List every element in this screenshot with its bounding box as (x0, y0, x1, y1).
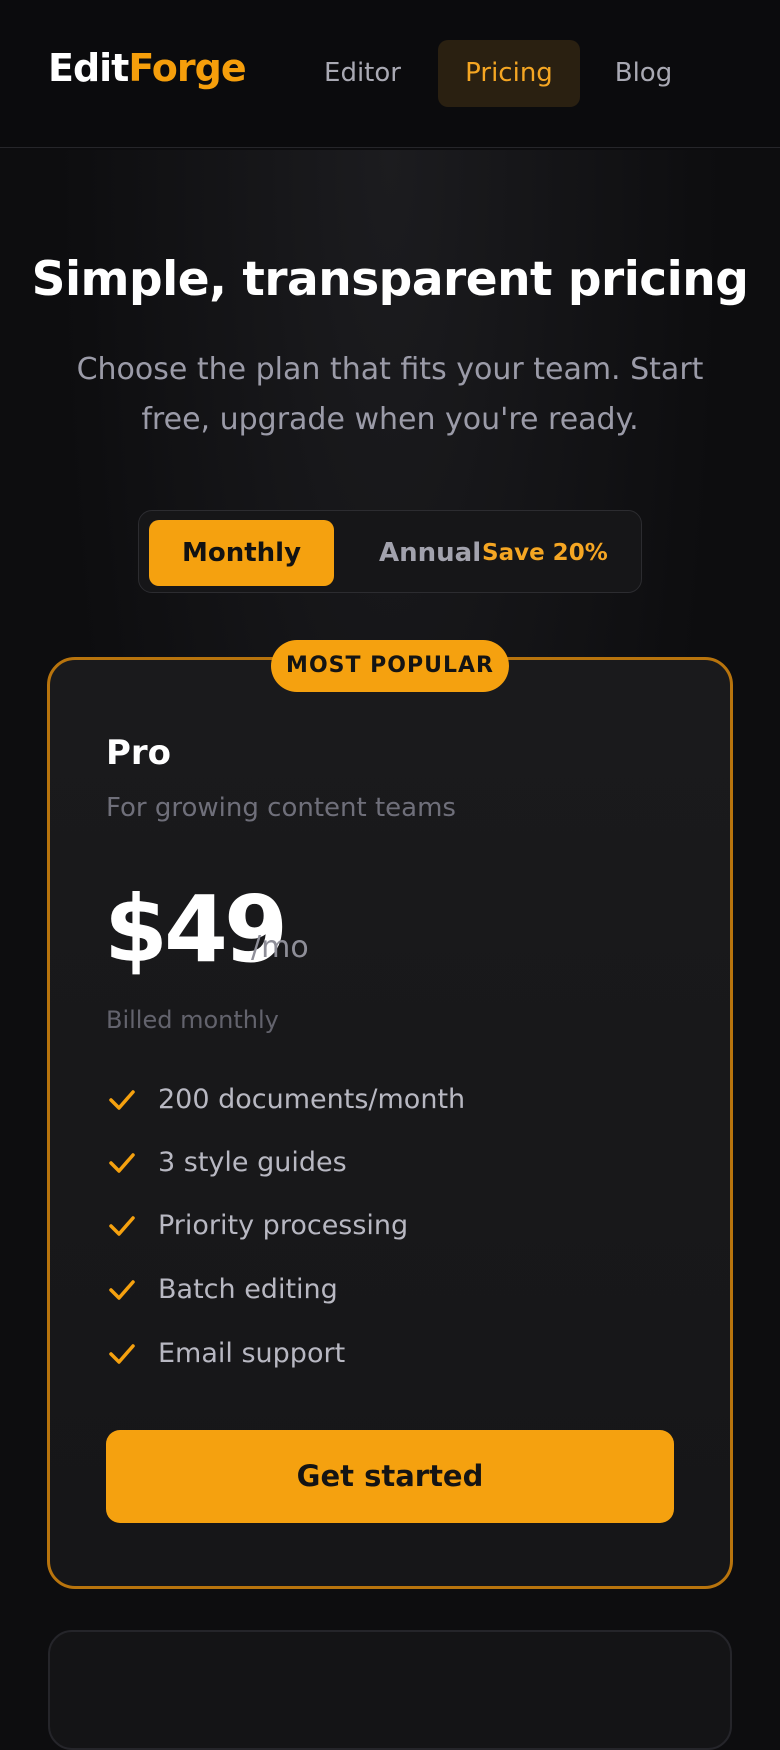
page-title: Simple, transparent pricing (31, 252, 749, 307)
plan-name: Pro (106, 733, 172, 773)
save-badge: Save 20% (482, 540, 608, 566)
feature-item: Priority processing (106, 1206, 686, 1246)
page-subtitle: Choose the plan that fits your team. Sta… (76, 352, 704, 437)
nav-editor[interactable]: Editor (310, 40, 415, 107)
logo[interactable]: EditForge (48, 46, 247, 90)
billing-toggle: Monthly Annual Save 20% (138, 510, 642, 593)
nav-blog[interactable]: Blog (605, 40, 682, 107)
plan-description: For growing content teams (106, 793, 456, 823)
monthly-toggle-button[interactable]: Monthly (149, 520, 334, 586)
most-popular-badge: MOST POPULAR (271, 640, 509, 692)
check-icon (109, 1090, 135, 1110)
check-icon (109, 1280, 135, 1300)
logo-forge: Forge (128, 46, 246, 90)
feature-text: 200 documents/month (158, 1084, 466, 1115)
logo-edit: Edit (48, 46, 129, 90)
feature-text: Priority processing (158, 1210, 409, 1241)
feature-item: Batch editing (106, 1270, 686, 1310)
feature-text: Email support (158, 1338, 346, 1369)
feature-item: 200 documents/month (106, 1080, 686, 1120)
check-icon (109, 1216, 135, 1236)
check-icon (109, 1153, 135, 1173)
annual-toggle-button[interactable]: Annual (379, 520, 481, 586)
feature-text: 3 style guides (158, 1147, 347, 1178)
feature-text: Batch editing (158, 1274, 338, 1305)
feature-item: Email support (106, 1334, 686, 1374)
get-started-button[interactable]: Get started (106, 1430, 674, 1523)
billing-note: Billed monthly (106, 1006, 279, 1034)
feature-item: 3 style guides (106, 1143, 686, 1183)
pricing-card-next (48, 1630, 732, 1750)
nav-pricing[interactable]: Pricing (438, 40, 580, 107)
site-header: EditForge Editor Pricing Blog (0, 0, 780, 148)
check-icon (109, 1344, 135, 1364)
plan-period: /mo (251, 930, 309, 965)
